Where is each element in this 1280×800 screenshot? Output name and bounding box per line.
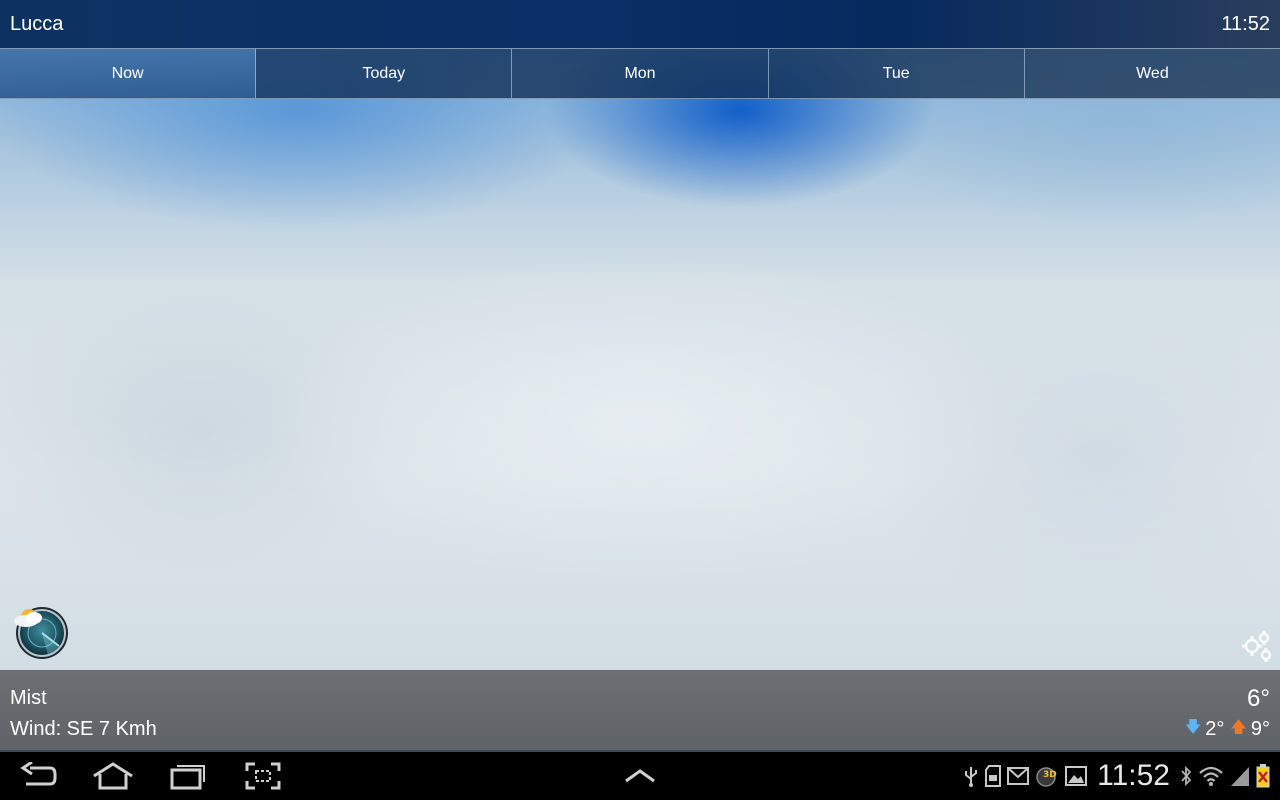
back-icon bbox=[20, 760, 57, 786]
bluetooth-icon bbox=[1181, 765, 1192, 787]
gear-icon bbox=[1242, 631, 1272, 662]
weather-info-panel: Mist Wind: SE 7 Kmh 6° 🡇 2° 🡅 9° bbox=[0, 670, 1280, 752]
wind-info: Wind: SE 7 Kmh bbox=[10, 718, 157, 740]
app-drawer-button[interactable] bbox=[624, 768, 656, 789]
arrow-down-icon: 🡇 bbox=[1184, 719, 1202, 736]
radar-button[interactable] bbox=[12, 604, 70, 660]
weather-condition: Mist bbox=[10, 687, 47, 709]
arrow-up-icon: 🡅 bbox=[1230, 719, 1247, 736]
tab-mon[interactable]: Mon bbox=[512, 49, 769, 98]
header-time: 11:52 bbox=[1221, 13, 1270, 35]
min-temperature: 2° bbox=[1205, 718, 1225, 740]
status-icons: 3D 11:52 bbox=[963, 759, 1270, 792]
chevron-up-icon bbox=[625, 769, 655, 783]
title-bar: Lucca 11:52 bbox=[0, 0, 1280, 48]
back-button[interactable] bbox=[20, 760, 58, 795]
radar-icon bbox=[14, 607, 68, 659]
sd-card-icon bbox=[985, 765, 1002, 787]
settings-button[interactable] bbox=[1240, 630, 1276, 664]
min-max-temperature: 🡇 2° 🡅 9° bbox=[1185, 716, 1270, 743]
recent-apps-button[interactable] bbox=[170, 762, 206, 795]
system-navigation-bar: 3D 11:52 bbox=[0, 752, 1280, 800]
usb-icon bbox=[965, 767, 978, 787]
tab-today[interactable]: Today bbox=[256, 49, 513, 98]
screenshot-button[interactable] bbox=[245, 762, 281, 795]
home-icon bbox=[93, 762, 133, 790]
battery-icon bbox=[1256, 764, 1270, 788]
sky-background bbox=[0, 0, 1280, 670]
home-button[interactable] bbox=[92, 762, 134, 795]
gmail-icon bbox=[1007, 767, 1030, 785]
current-temperature: 6° bbox=[1247, 685, 1270, 712]
wifi-icon bbox=[1199, 766, 1223, 786]
forecast-tabs: Now Today Mon Tue Wed bbox=[0, 48, 1280, 99]
signal-icon bbox=[1231, 767, 1249, 786]
city-name[interactable]: Lucca bbox=[10, 13, 63, 36]
gallery-icon bbox=[1065, 766, 1088, 786]
tab-tue[interactable]: Tue bbox=[769, 49, 1025, 98]
svg-text:3D: 3D bbox=[1043, 770, 1057, 780]
system-time: 11:52 bbox=[1097, 759, 1170, 792]
tab-now[interactable]: Now bbox=[0, 49, 257, 98]
max-temperature: 9° bbox=[1250, 718, 1270, 740]
screenshot-icon bbox=[245, 762, 281, 790]
tab-wed[interactable]: Wed bbox=[1025, 49, 1280, 98]
recent-apps-icon bbox=[170, 765, 205, 790]
3d-app-icon: 3D bbox=[1036, 767, 1057, 787]
